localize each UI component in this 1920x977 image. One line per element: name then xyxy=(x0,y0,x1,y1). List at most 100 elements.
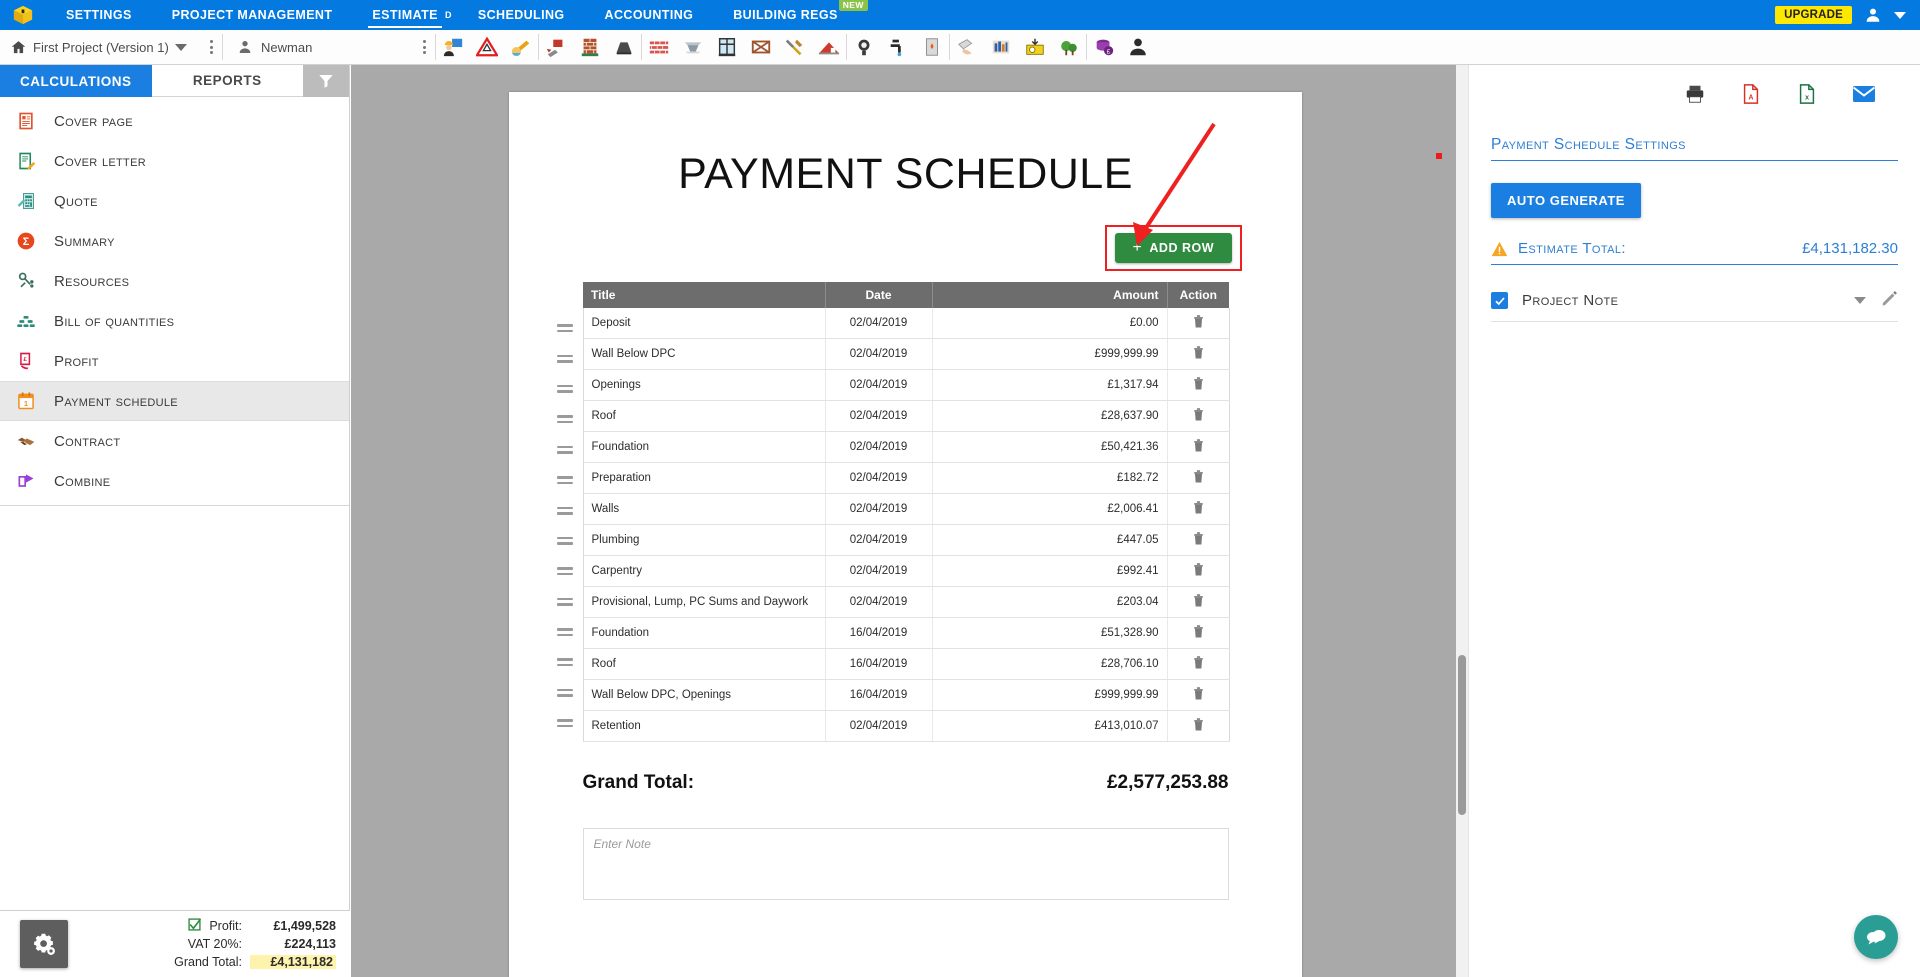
drag-handle-icon[interactable] xyxy=(553,404,577,434)
blockwork-icon[interactable] xyxy=(642,30,676,65)
trash-can-icon[interactable] xyxy=(1192,501,1205,518)
light-fitting-icon[interactable] xyxy=(847,30,881,65)
cell-amount[interactable]: £999,999.99 xyxy=(932,338,1168,370)
flooring-icon[interactable] xyxy=(984,30,1018,65)
cell-amount[interactable]: £447.05 xyxy=(932,524,1168,556)
drag-handle-icon[interactable] xyxy=(553,587,577,617)
sidebar-item-cover-letter[interactable]: Cover Letter xyxy=(0,141,349,181)
cell-date[interactable]: 02/04/2019 xyxy=(825,586,933,618)
trash-can-icon[interactable] xyxy=(1192,687,1205,704)
app-logo[interactable] xyxy=(0,0,46,30)
trash-can-icon[interactable] xyxy=(1192,408,1205,425)
table-row[interactable]: Foundation 02/04/2019 £50,421.36 xyxy=(582,431,1230,463)
measure-tape-icon[interactable] xyxy=(1018,30,1052,65)
add-row-button[interactable]: + ADD ROW xyxy=(1114,233,1232,263)
person-profile-icon[interactable] xyxy=(1121,30,1155,65)
sidebar-item-summary[interactable]: Σ Summary xyxy=(0,221,349,261)
roofing-icon[interactable] xyxy=(812,30,846,65)
drag-handle-icon[interactable] xyxy=(553,617,577,647)
cell-date[interactable]: 16/04/2019 xyxy=(825,617,933,649)
cell-date[interactable]: 02/04/2019 xyxy=(825,369,933,401)
table-row[interactable]: Foundation 16/04/2019 £51,328.90 xyxy=(582,617,1230,649)
cell-date[interactable]: 02/04/2019 xyxy=(825,462,933,494)
cell-amount[interactable]: £203.04 xyxy=(932,586,1168,618)
account-chevron-down-icon[interactable] xyxy=(1894,11,1906,19)
nav-item-settings[interactable]: SETTINGS xyxy=(46,0,152,30)
drag-handle-icon[interactable] xyxy=(553,313,577,343)
table-row[interactable]: Wall Below DPC 02/04/2019 £999,999.99 xyxy=(582,338,1230,370)
project-note-chevron-down-icon[interactable] xyxy=(1854,297,1866,304)
settings-gears-icon[interactable] xyxy=(20,920,68,968)
finance-coins-icon[interactable]: £ xyxy=(1087,30,1121,65)
project-selector[interactable]: First Project (Version 1) xyxy=(0,39,200,56)
site-manager-icon[interactable] xyxy=(436,30,470,65)
drag-handle-icon[interactable] xyxy=(553,435,577,465)
nav-item-estimate[interactable]: ESTIMATE D xyxy=(352,0,457,30)
cell-title[interactable]: Wall Below DPC, Openings xyxy=(582,679,826,711)
cell-date[interactable]: 02/04/2019 xyxy=(825,710,933,742)
cell-title[interactable]: Carpentry xyxy=(582,555,826,587)
drainage-pipe-icon[interactable] xyxy=(504,30,538,65)
table-row[interactable]: Roof 02/04/2019 £28,637.90 xyxy=(582,400,1230,432)
sidebar-item-bill-of-quantities[interactable]: Bill of Quantities xyxy=(0,301,349,341)
sidebar-item-profit[interactable]: £ Profit xyxy=(0,341,349,381)
trash-can-icon[interactable] xyxy=(1192,532,1205,549)
carpentry-tools-icon[interactable] xyxy=(778,30,812,65)
excel-export-icon[interactable]: x xyxy=(1796,83,1818,110)
cell-date[interactable]: 02/04/2019 xyxy=(825,338,933,370)
cell-amount[interactable]: £999,999.99 xyxy=(932,679,1168,711)
canvas-scrollbar-thumb[interactable] xyxy=(1458,655,1466,815)
concrete-slab-icon[interactable] xyxy=(607,30,641,65)
boiler-icon[interactable] xyxy=(915,30,949,65)
project-note-pencil-edit-icon[interactable] xyxy=(1880,289,1898,312)
cell-date[interactable]: 02/04/2019 xyxy=(825,493,933,525)
cell-title[interactable]: Preparation xyxy=(582,462,826,494)
drag-handle-icon[interactable] xyxy=(553,465,577,495)
sidebar-item-cover-page[interactable]: Cover page xyxy=(0,101,349,141)
table-row[interactable]: Wall Below DPC, Openings 16/04/2019 £999,9… xyxy=(582,679,1230,711)
note-input[interactable]: Enter Note xyxy=(582,828,1229,900)
email-icon[interactable] xyxy=(1852,84,1876,109)
trash-can-icon[interactable] xyxy=(1192,377,1205,394)
trash-can-icon[interactable] xyxy=(1192,625,1205,642)
nav-item-scheduling[interactable]: SCHEDULING xyxy=(458,0,585,30)
cell-amount[interactable]: £50,421.36 xyxy=(932,431,1168,463)
cell-title[interactable]: Roof xyxy=(582,400,826,432)
funnel-filter-icon[interactable] xyxy=(303,65,349,97)
cell-title[interactable]: Walls xyxy=(582,493,826,525)
steelwork-beam-icon[interactable] xyxy=(676,30,710,65)
table-row[interactable]: Plumbing 02/04/2019 £447.05 xyxy=(582,524,1230,556)
trash-can-icon[interactable] xyxy=(1192,563,1205,580)
user-kebab-menu-icon[interactable] xyxy=(413,40,435,54)
column-header-date[interactable]: Date xyxy=(825,282,933,308)
project-chevron-down-icon[interactable] xyxy=(174,43,187,51)
table-row[interactable]: Openings 02/04/2019 £1,317.94 xyxy=(582,369,1230,401)
cell-amount[interactable]: £182.72 xyxy=(932,462,1168,494)
landscaping-tree-icon[interactable] xyxy=(1052,30,1086,65)
drag-handle-icon[interactable] xyxy=(553,647,577,677)
auto-generate-button[interactable]: AUTO GENERATE xyxy=(1491,183,1641,218)
table-row[interactable]: Preparation 02/04/2019 £182.72 xyxy=(582,462,1230,494)
drag-handle-icon[interactable] xyxy=(553,526,577,556)
decorating-brush-icon[interactable] xyxy=(950,30,984,65)
column-header-amount[interactable]: Amount xyxy=(932,282,1168,308)
plumbing-tap-icon[interactable] xyxy=(881,30,915,65)
demolition-icon[interactable] xyxy=(539,30,573,65)
sidebar-item-quote[interactable]: Quote xyxy=(0,181,349,221)
cell-amount[interactable]: £413,010.07 xyxy=(932,710,1168,742)
drag-handle-icon[interactable] xyxy=(553,708,577,738)
hazard-triangle-icon[interactable] xyxy=(470,30,504,65)
cell-title[interactable]: Foundation xyxy=(582,431,826,463)
sidebar-item-resources[interactable]: Resources xyxy=(0,261,349,301)
cell-title[interactable]: Foundation xyxy=(582,617,826,649)
trash-can-icon[interactable] xyxy=(1192,315,1205,332)
drag-handle-icon[interactable] xyxy=(553,343,577,373)
cell-title[interactable]: Retention xyxy=(582,710,826,742)
tab-reports[interactable]: REPORTS xyxy=(151,65,303,97)
cell-title[interactable]: Deposit xyxy=(582,308,826,339)
drag-handle-icon[interactable] xyxy=(553,678,577,708)
table-row[interactable]: Walls 02/04/2019 £2,006.41 xyxy=(582,493,1230,525)
trash-can-icon[interactable] xyxy=(1192,439,1205,456)
tab-calculations[interactable]: CALCULATIONS xyxy=(0,65,152,97)
cell-title[interactable]: Roof xyxy=(582,648,826,680)
